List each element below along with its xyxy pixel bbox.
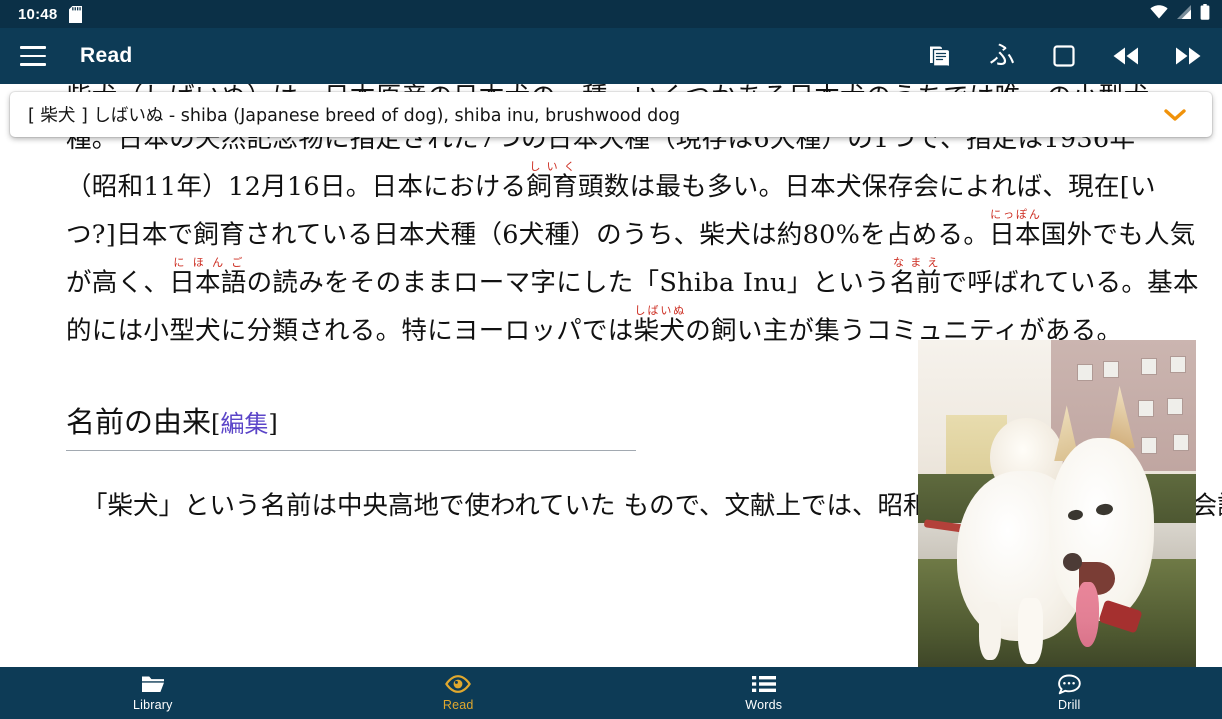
line-text: 的には小型犬に分類される。特にヨーロッパでは: [66, 316, 634, 346]
app-bar-actions: ふ: [920, 36, 1208, 76]
heading-bracket-open: [: [211, 410, 221, 438]
line-text: もので、文献上では、昭和: [623, 491, 929, 522]
dog-leg-front: [1018, 598, 1044, 664]
status-clock: 10:48: [18, 5, 58, 23]
status-bar: 10:48: [0, 0, 1222, 28]
chat-bubble-icon: [1057, 674, 1081, 694]
ruby-namae: 名前なまえ: [889, 257, 942, 298]
battery-icon: [1200, 3, 1210, 25]
dog-nose: [1062, 552, 1082, 571]
cell-signal-icon: [1176, 4, 1192, 24]
line-text: で呼ばれている。基本: [941, 268, 1199, 298]
heading-title: 名前の由来: [66, 405, 212, 439]
text-line-with-ruby: つ?]日本で飼育されている日本犬種（6犬種）のうち、柴犬は約80%を占める。日本…: [66, 208, 1196, 256]
paragraph-origin: 「柴犬」という名前は中央高地で使われていた もので、文献上では、昭和初期しょきの…: [66, 479, 1222, 529]
nav-item-words[interactable]: Words: [611, 667, 917, 719]
nav-label: Drill: [1057, 698, 1081, 712]
section-heading: 名前の由来[編集]: [66, 404, 636, 452]
shiba-photo: [918, 340, 1196, 667]
line-text: 頭数は最も多い。日本犬保存会によれば、現在[い: [577, 172, 1156, 202]
fast-forward-icon[interactable]: [1168, 36, 1208, 76]
line-text: （昭和11年）12月16日。日本における: [66, 172, 527, 202]
furigana-label: ふ: [988, 41, 1015, 71]
list-icon: [751, 674, 776, 694]
chevron-down-icon[interactable]: [1154, 104, 1196, 126]
dog-tongue: [1076, 581, 1099, 648]
dog-leg-rear: [979, 601, 1002, 661]
line-text: の読みをそのままローマ字にした「Shiba Inu」という: [246, 268, 890, 298]
dictionary-entry-text: [ 柴犬 ] しばいぬ - shiba (Japanese breed of d…: [28, 106, 681, 126]
wifi-icon: [1150, 4, 1168, 24]
nav-item-library[interactable]: Library: [0, 667, 306, 719]
ruby-shibainu: 柴犬しばいぬ: [633, 305, 686, 346]
sd-card-icon: [69, 5, 83, 23]
article-image: [918, 340, 1196, 667]
nav-label: Read: [442, 698, 474, 712]
hamburger-menu-icon[interactable]: [18, 43, 48, 69]
ruby-shiiku: 飼育しいく: [526, 161, 578, 202]
furigana-icon[interactable]: ふ: [982, 36, 1022, 76]
edit-link[interactable]: 編集: [220, 410, 268, 438]
ruby-base: 日本語: [169, 268, 247, 298]
line-text: つ?]日本で飼育されている日本犬種（6犬種）のうち、柴犬は約80%を占める。: [66, 220, 990, 250]
ruby-base: 柴犬: [633, 316, 686, 346]
ruby-text: しいく: [526, 160, 578, 173]
ruby-text: しばいぬ: [633, 304, 686, 317]
book-icon[interactable]: [920, 36, 960, 76]
text-line-with-ruby: （昭和11年）12月16日。日本における飼育しいく頭数は最も多い。日本犬保存会に…: [66, 160, 1196, 208]
nav-item-drill[interactable]: Drill: [917, 667, 1222, 719]
heading-bracket-close: ]: [268, 410, 278, 438]
ruby-text: にっぽん: [989, 208, 1041, 221]
dictionary-popup[interactable]: [ 柴犬 ] しばいぬ - shiba (Japanese breed of d…: [10, 92, 1212, 137]
reader-content[interactable]: 柴犬（しばいぬ）は、日本原産の日本犬の一種。いくつかある日本犬のうちでは唯一の小…: [0, 84, 1222, 667]
nav-label: Library: [132, 698, 173, 712]
rewind-icon[interactable]: [1106, 36, 1146, 76]
ruby-text: なまえ: [889, 256, 942, 269]
app-bar: Read ふ: [0, 28, 1222, 84]
ruby-nippon: 日本にっぽん: [989, 209, 1041, 250]
app-root: 10:48 Read ふ 種。日本の天然記念物に指定された7つの日本犬種（現存は…: [0, 0, 1222, 719]
nav-item-read[interactable]: Read: [306, 667, 612, 719]
text-line: 「柴犬」という名前は中央高地で使われていた: [82, 491, 616, 522]
line-text: が高く、: [66, 268, 170, 298]
ruby-base: 飼育: [526, 172, 578, 202]
page-title: Read: [80, 44, 133, 67]
line-text: 国外でも人気: [1040, 220, 1196, 250]
nav-label: Words: [745, 698, 783, 712]
bottom-navigation: Library Read Words Drill: [0, 667, 1222, 719]
square-icon[interactable]: [1044, 36, 1084, 76]
folder-icon: [141, 674, 165, 694]
ruby-text: にほんご: [169, 256, 247, 269]
ruby-base: 名前: [889, 268, 942, 298]
eye-icon: [445, 674, 472, 694]
ruby-nihongo: 日本語にほんご: [169, 257, 247, 298]
status-right-icons: [1150, 3, 1210, 25]
ruby-base: 日本: [989, 220, 1041, 250]
text-line-with-ruby: が高く、日本語にほんごの読みをそのままローマ字にした「Shiba Inu」という…: [66, 256, 1199, 304]
